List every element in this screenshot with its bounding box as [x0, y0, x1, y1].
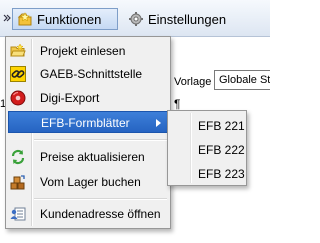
pilcrow-mark: ¶ — [174, 97, 181, 111]
vorlage-select[interactable]: Globale St — [214, 70, 270, 90]
funktionen-dropdown-menu: Projekt einlesen GAEB-Schnittstelle Digi… — [5, 36, 171, 229]
menu-item-label: GAEB-Schnittstelle — [40, 67, 143, 81]
warehouse-boxes-icon — [10, 175, 25, 190]
menu-icon-gutter — [190, 113, 192, 183]
address-card-icon — [10, 207, 26, 221]
menu-item-label: Vom Lager buchen — [40, 175, 141, 189]
menu-item-gaeb-schnittstelle[interactable]: GAEB-Schnittstelle — [8, 63, 168, 85]
menu-item-label: EFB-Formblätter — [41, 116, 130, 130]
menu-item-preise-aktualisieren[interactable]: Preise aktualisieren — [8, 146, 168, 168]
folder-open-icon — [10, 43, 26, 57]
submenu-item-efb-221[interactable]: EFB 221 — [198, 119, 245, 133]
menu-item-kundenadresse-oeffnen[interactable]: Kundenadresse öffnen — [8, 203, 168, 225]
menu-item-projekt-einlesen[interactable]: Projekt einlesen — [8, 40, 168, 62]
red-disc-export-icon — [10, 90, 26, 106]
chevron-icon[interactable] — [3, 14, 11, 22]
toolbar: Funktionen Einstellungen — [0, 0, 270, 37]
refresh-arrows-icon — [11, 149, 25, 165]
submenu-arrow-icon — [156, 119, 161, 127]
menu-item-label: Preise aktualisieren — [40, 150, 145, 164]
einstellungen-label: Einstellungen — [148, 11, 227, 27]
submenu-item-efb-223[interactable]: EFB 223 — [198, 167, 245, 181]
menu-separator — [34, 198, 167, 200]
submenu-item-efb-222[interactable]: EFB 222 — [198, 143, 245, 157]
menu-item-label: Projekt einlesen — [40, 44, 126, 58]
funktionen-menu-button[interactable]: Funktionen — [12, 8, 118, 30]
gear-icon — [129, 12, 143, 26]
menu-item-label: Digi-Export — [40, 91, 100, 105]
menu-item-vom-lager-buchen[interactable]: Vom Lager buchen — [8, 171, 168, 193]
menu-separator — [34, 139, 167, 141]
menu-item-digi-export[interactable]: Digi-Export — [8, 87, 168, 109]
einstellungen-menu-button[interactable]: Einstellungen — [124, 8, 254, 30]
funktionen-label: Funktionen — [37, 11, 102, 27]
link-chain-icon — [10, 66, 26, 82]
efb-submenu: EFB 221 EFB 222 EFB 223 — [167, 110, 247, 186]
menu-item-label: Kundenadresse öffnen — [40, 207, 161, 221]
vorlage-label: Vorlage — [174, 76, 212, 88]
menu-item-efb-formblaetter[interactable]: EFB-Formblätter — [8, 111, 168, 133]
functions-icon — [17, 12, 32, 26]
